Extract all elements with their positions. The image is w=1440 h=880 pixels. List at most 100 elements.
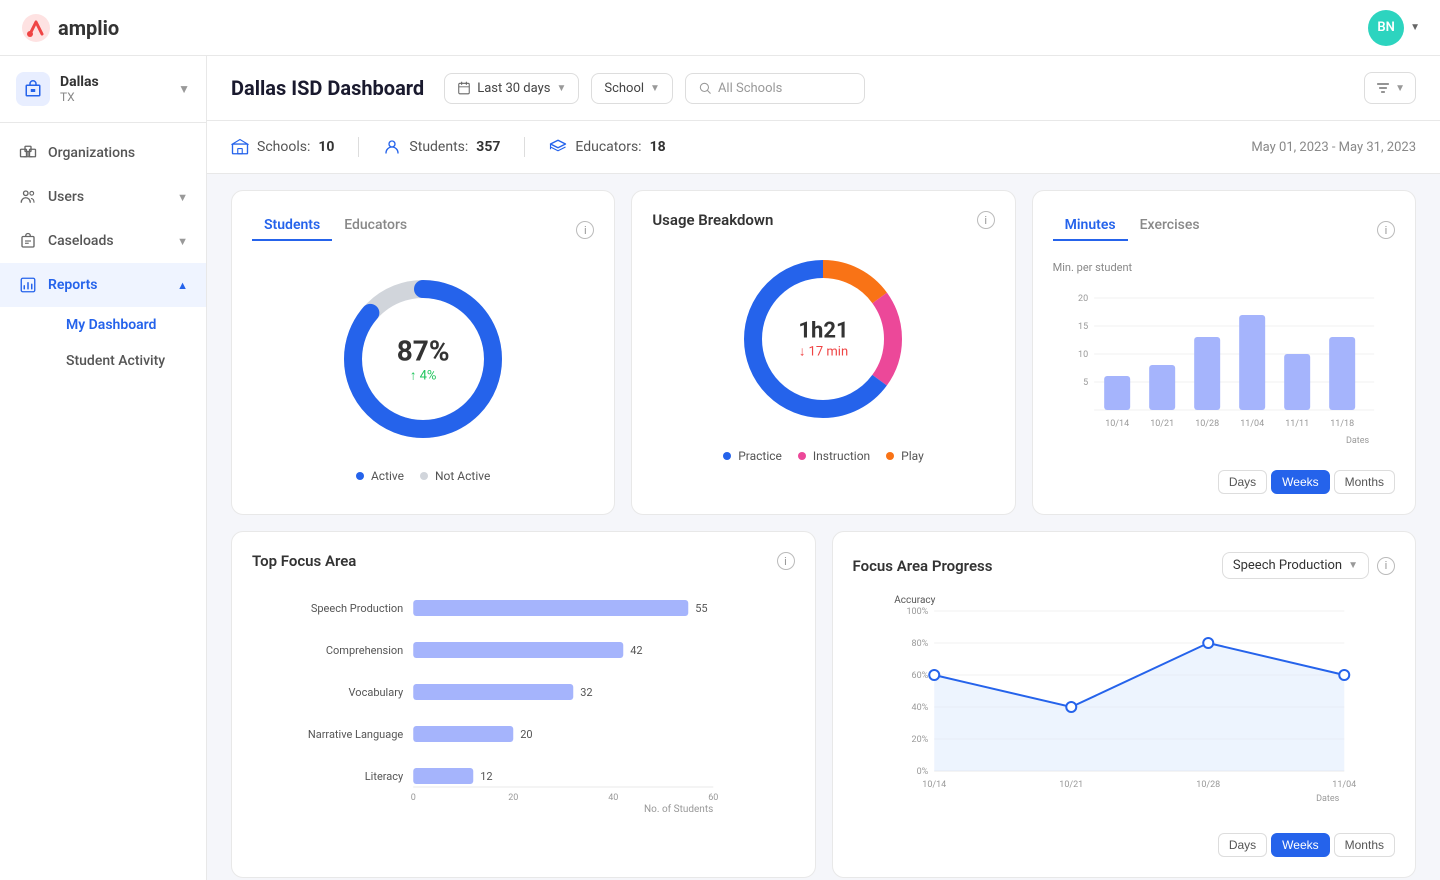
stat-educators: Educators: 18 <box>549 138 665 156</box>
students-donut-container: 87% ↑ 4% Active Not Active <box>252 261 594 483</box>
district-text: Dallas TX <box>60 74 99 104</box>
students-donut-chart: 87% ↑ 4% <box>333 269 513 449</box>
date-filter-label: Last 30 days <box>477 81 550 96</box>
students-label: Students: <box>409 139 468 155</box>
caseloads-icon <box>18 231 38 251</box>
focus-progress-header: Focus Area Progress Speech Production ▼ … <box>853 552 1396 579</box>
calendar-icon <box>457 81 471 95</box>
students-change: ↑ 4% <box>397 368 450 384</box>
students-card: Students Educators i <box>231 190 615 515</box>
btn-days-focus[interactable]: Days <box>1218 833 1267 857</box>
svg-text:0%: 0% <box>916 767 928 777</box>
stat-divider-2 <box>524 137 525 157</box>
sidebar-label-reports: Reports <box>48 277 98 293</box>
legend-play: Play <box>886 449 924 463</box>
students-info-icon[interactable]: i <box>576 221 594 239</box>
students-percent: 87% <box>397 335 450 368</box>
top-focus-info-icon[interactable]: i <box>777 552 795 570</box>
sidebar-district[interactable]: Dallas TX ▼ <box>0 56 206 123</box>
focus-header-right: Speech Production ▼ i <box>1222 552 1395 579</box>
legend-instruction: Instruction <box>798 449 870 463</box>
main-content: Dallas ISD Dashboard Last 30 days ▼ Scho… <box>207 56 1440 880</box>
sidebar-label-organizations: Organizations <box>48 145 135 161</box>
usage-legend: Practice Instruction Play <box>723 449 924 463</box>
sidebar-nav: Organizations <box>0 123 206 387</box>
usage-change: ↓ 17 min <box>798 344 848 360</box>
btn-weeks-focus[interactable]: Weeks <box>1271 833 1329 857</box>
search-icon <box>698 81 712 95</box>
focus-progress-info-icon[interactable]: i <box>1377 557 1395 575</box>
category-filter-btn[interactable]: School ▼ <box>591 73 673 104</box>
tab-minutes[interactable]: Minutes <box>1053 211 1128 241</box>
svg-text:20: 20 <box>520 728 532 741</box>
btn-days-minutes[interactable]: Days <box>1218 470 1267 494</box>
tab-students[interactable]: Students <box>252 211 332 241</box>
sidebar-item-reports[interactable]: Reports ▲ <box>0 263 206 307</box>
tab-educators[interactable]: Educators <box>332 211 419 241</box>
svg-text:15: 15 <box>1078 322 1088 332</box>
sidebar-sub-student-activity[interactable]: Student Activity <box>48 343 206 379</box>
usage-donut-container: 1h21 ↓ 17 min Practice Instructi <box>652 241 994 463</box>
svg-text:12: 12 <box>480 770 492 783</box>
top-focus-header: Top Focus Area i <box>252 552 795 570</box>
svg-text:5: 5 <box>1083 378 1088 388</box>
sidebar-item-left: Organizations <box>18 143 135 163</box>
school-search-label: All Schools <box>718 81 782 96</box>
users-chevron: ▼ <box>177 191 188 204</box>
svg-text:40%: 40% <box>911 703 928 713</box>
svg-text:Vocabulary: Vocabulary <box>349 686 404 699</box>
svg-text:11/04: 11/04 <box>1240 419 1264 429</box>
top-focus-card: Top Focus Area i Speech Production 55 Co… <box>231 531 816 878</box>
svg-text:10/28: 10/28 <box>1196 780 1220 790</box>
focus-progress-title: Focus Area Progress <box>853 557 993 575</box>
legend-dot-practice <box>723 452 731 460</box>
usage-value: 1h21 <box>798 319 848 344</box>
svg-text:80%: 80% <box>911 639 928 649</box>
svg-text:10/28: 10/28 <box>1195 419 1219 429</box>
svg-text:No. of Students: No. of Students <box>644 803 713 812</box>
schools-value: 10 <box>318 139 334 155</box>
students-icon <box>383 138 401 156</box>
user-avatar[interactable]: BN <box>1368 10 1404 46</box>
usage-info-icon[interactable]: i <box>977 211 995 229</box>
cards-row2: Top Focus Area i Speech Production 55 Co… <box>207 531 1440 880</box>
svg-text:32: 32 <box>580 686 592 699</box>
minutes-info-icon[interactable]: i <box>1377 221 1395 239</box>
stat-divider-1 <box>358 137 359 157</box>
sidebar-item-users[interactable]: Users ▼ <box>0 175 206 219</box>
school-search-btn[interactable]: All Schools <box>685 73 865 104</box>
educators-icon <box>549 138 567 156</box>
top-focus-title: Top Focus Area <box>252 552 356 570</box>
reports-chevron: ▲ <box>177 279 188 292</box>
btn-weeks-minutes[interactable]: Weeks <box>1271 470 1329 494</box>
tab-exercises[interactable]: Exercises <box>1128 211 1212 241</box>
students-tabs: Students Educators <box>252 211 419 241</box>
district-state: TX <box>60 90 99 104</box>
district-chevron: ▼ <box>178 82 190 96</box>
main-layout: Dallas TX ▼ <box>0 56 1440 880</box>
sidebar-sub-my-dashboard[interactable]: My Dashboard <box>48 307 206 343</box>
btn-months-minutes[interactable]: Months <box>1334 470 1395 494</box>
svg-text:100%: 100% <box>906 607 928 617</box>
educators-label: Educators: <box>575 139 641 155</box>
sidebar-item-left-caseloads: Caseloads <box>18 231 114 251</box>
date-filter-btn[interactable]: Last 30 days ▼ <box>444 73 579 104</box>
bar-chart-svg: 20 15 10 5 <box>1053 278 1395 458</box>
funnel-chevron: ▼ <box>1395 83 1405 94</box>
focus-dropdown[interactable]: Speech Production ▼ <box>1222 552 1369 579</box>
btn-months-focus[interactable]: Months <box>1334 833 1395 857</box>
stat-schools: Schools: 10 <box>231 138 334 156</box>
schools-icon <box>231 138 249 156</box>
sidebar-item-organizations[interactable]: Organizations <box>0 131 206 175</box>
caseloads-chevron: ▼ <box>177 235 188 248</box>
user-menu[interactable]: BN ▼ <box>1368 10 1420 46</box>
sidebar-item-caseloads[interactable]: Caseloads ▼ <box>0 219 206 263</box>
usage-card-header: Usage Breakdown i <box>652 211 994 229</box>
date-filter-chevron: ▼ <box>556 83 566 94</box>
reports-icon <box>18 275 38 295</box>
funnel-btn[interactable]: ▼ <box>1364 72 1416 104</box>
legend-practice: Practice <box>723 449 782 463</box>
students-legend: Active Not Active <box>356 469 490 483</box>
page-title: Dallas ISD Dashboard <box>231 76 424 100</box>
usage-donut-center: 1h21 ↓ 17 min <box>798 319 848 360</box>
